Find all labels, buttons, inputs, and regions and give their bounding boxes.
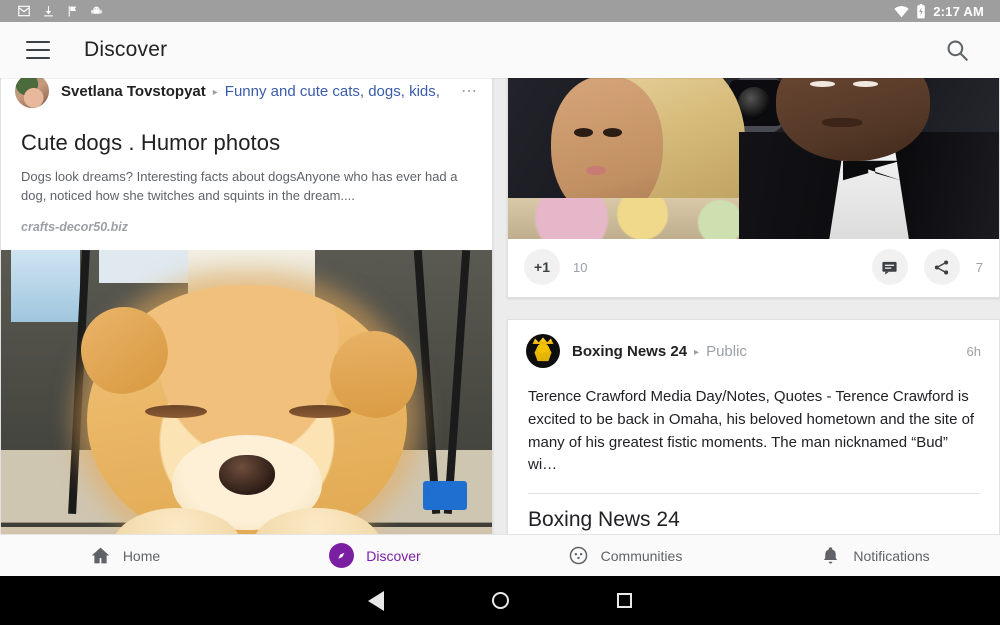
post-card-boxing-news[interactable]: Boxing News 24 ▸ Public 6h Terence Crawf… xyxy=(507,319,1000,534)
recents-square-icon[interactable] xyxy=(614,591,634,611)
plus-one-label: +1 xyxy=(534,259,550,275)
post-overflow-menu-icon[interactable]: ⋯ xyxy=(461,81,478,101)
post-author[interactable]: Svetlana Tovstopyat xyxy=(61,83,206,100)
post-community-link[interactable]: Funny and cute cats, dogs, kids, xyxy=(225,83,440,100)
android-head-icon xyxy=(91,6,102,14)
nav-label: Home xyxy=(122,547,161,564)
article-title[interactable]: Cute dogs . Humor photos xyxy=(1,114,492,156)
nav-item-communities[interactable]: Communities xyxy=(500,545,750,566)
home-circle-icon[interactable] xyxy=(490,591,510,611)
bottom-navigation-bar: Home Discover Communities Notifications xyxy=(0,534,1000,576)
system-navigation-bar xyxy=(0,576,1000,625)
post-photo-celebrity[interactable] xyxy=(508,78,999,239)
status-bar: 2:17 AM xyxy=(0,0,1000,22)
nav-label: Discover xyxy=(366,547,421,564)
post-body-text: Terence Crawford Media Day/Notes, Quotes… xyxy=(528,388,975,474)
download-icon xyxy=(44,6,53,17)
nav-item-discover[interactable]: Discover xyxy=(250,543,500,568)
chevron-right-icon: ▸ xyxy=(694,346,700,358)
post-header: Svetlana Tovstopyat ▸ Funny and cute cat… xyxy=(1,78,492,114)
post-card-celebrity[interactable]: +1 10 7 xyxy=(507,78,1000,298)
compass-icon xyxy=(329,543,355,568)
feed-column-left: Svetlana Tovstopyat ▸ Funny and cute cat… xyxy=(0,78,493,534)
nav-label: Notifications xyxy=(853,547,930,564)
article-snippet: Dogs look dreams? Interesting facts abou… xyxy=(21,169,458,203)
comment-icon[interactable] xyxy=(871,249,908,285)
share-icon[interactable] xyxy=(923,249,960,285)
bell-icon xyxy=(824,547,838,564)
post-photo-dog[interactable] xyxy=(1,249,492,534)
link-preview-title[interactable]: Boxing News 24 xyxy=(508,494,999,532)
post-timestamp: 6h xyxy=(966,343,981,359)
discover-feed[interactable]: Svetlana Tovstopyat ▸ Funny and cute cat… xyxy=(0,78,1000,534)
android-tablet-screen: 2:17 AM Discover Svetlana Tovstopyat ▸ F… xyxy=(0,0,1000,625)
status-bar-system-icons: 2:17 AM xyxy=(894,3,984,19)
post-action-bar: +1 10 7 xyxy=(508,239,999,297)
article-domain: crafts-decor50.biz xyxy=(21,219,128,234)
avatar[interactable] xyxy=(15,78,49,108)
post-card-cute-dogs[interactable]: Svetlana Tovstopyat ▸ Funny and cute cat… xyxy=(0,78,493,534)
share-count: 7 xyxy=(975,259,983,275)
wifi-icon xyxy=(894,5,909,17)
search-icon[interactable] xyxy=(944,37,970,63)
nav-label: Communities xyxy=(600,547,683,564)
gmail-icon xyxy=(18,5,30,17)
flag-check-icon xyxy=(68,6,77,17)
home-icon xyxy=(91,547,110,564)
avatar[interactable] xyxy=(526,334,560,368)
post-author[interactable]: Boxing News 24 xyxy=(572,343,687,360)
status-bar-clock: 2:17 AM xyxy=(933,3,984,19)
post-visibility: Public xyxy=(706,342,747,360)
app-bar: Discover xyxy=(0,22,1000,78)
plus-one-count: 10 xyxy=(573,259,588,275)
status-bar-notification-icons xyxy=(17,4,103,18)
nav-item-notifications[interactable]: Notifications xyxy=(750,545,1000,566)
communities-icon xyxy=(569,546,587,565)
nav-item-home[interactable]: Home xyxy=(0,545,250,566)
back-triangle-icon[interactable] xyxy=(366,590,386,611)
post-header: Boxing News 24 ▸ Public 6h xyxy=(508,320,999,372)
battery-charging-icon xyxy=(917,3,925,18)
hamburger-menu-icon[interactable] xyxy=(26,41,50,59)
plus-one-button[interactable]: +1 xyxy=(524,249,560,285)
page-title: Discover xyxy=(84,38,168,61)
feed-column-right: +1 10 7 Boxing News 24 ▸ Public 6h Teren… xyxy=(507,78,1000,534)
chevron-right-icon: ▸ xyxy=(212,86,218,98)
